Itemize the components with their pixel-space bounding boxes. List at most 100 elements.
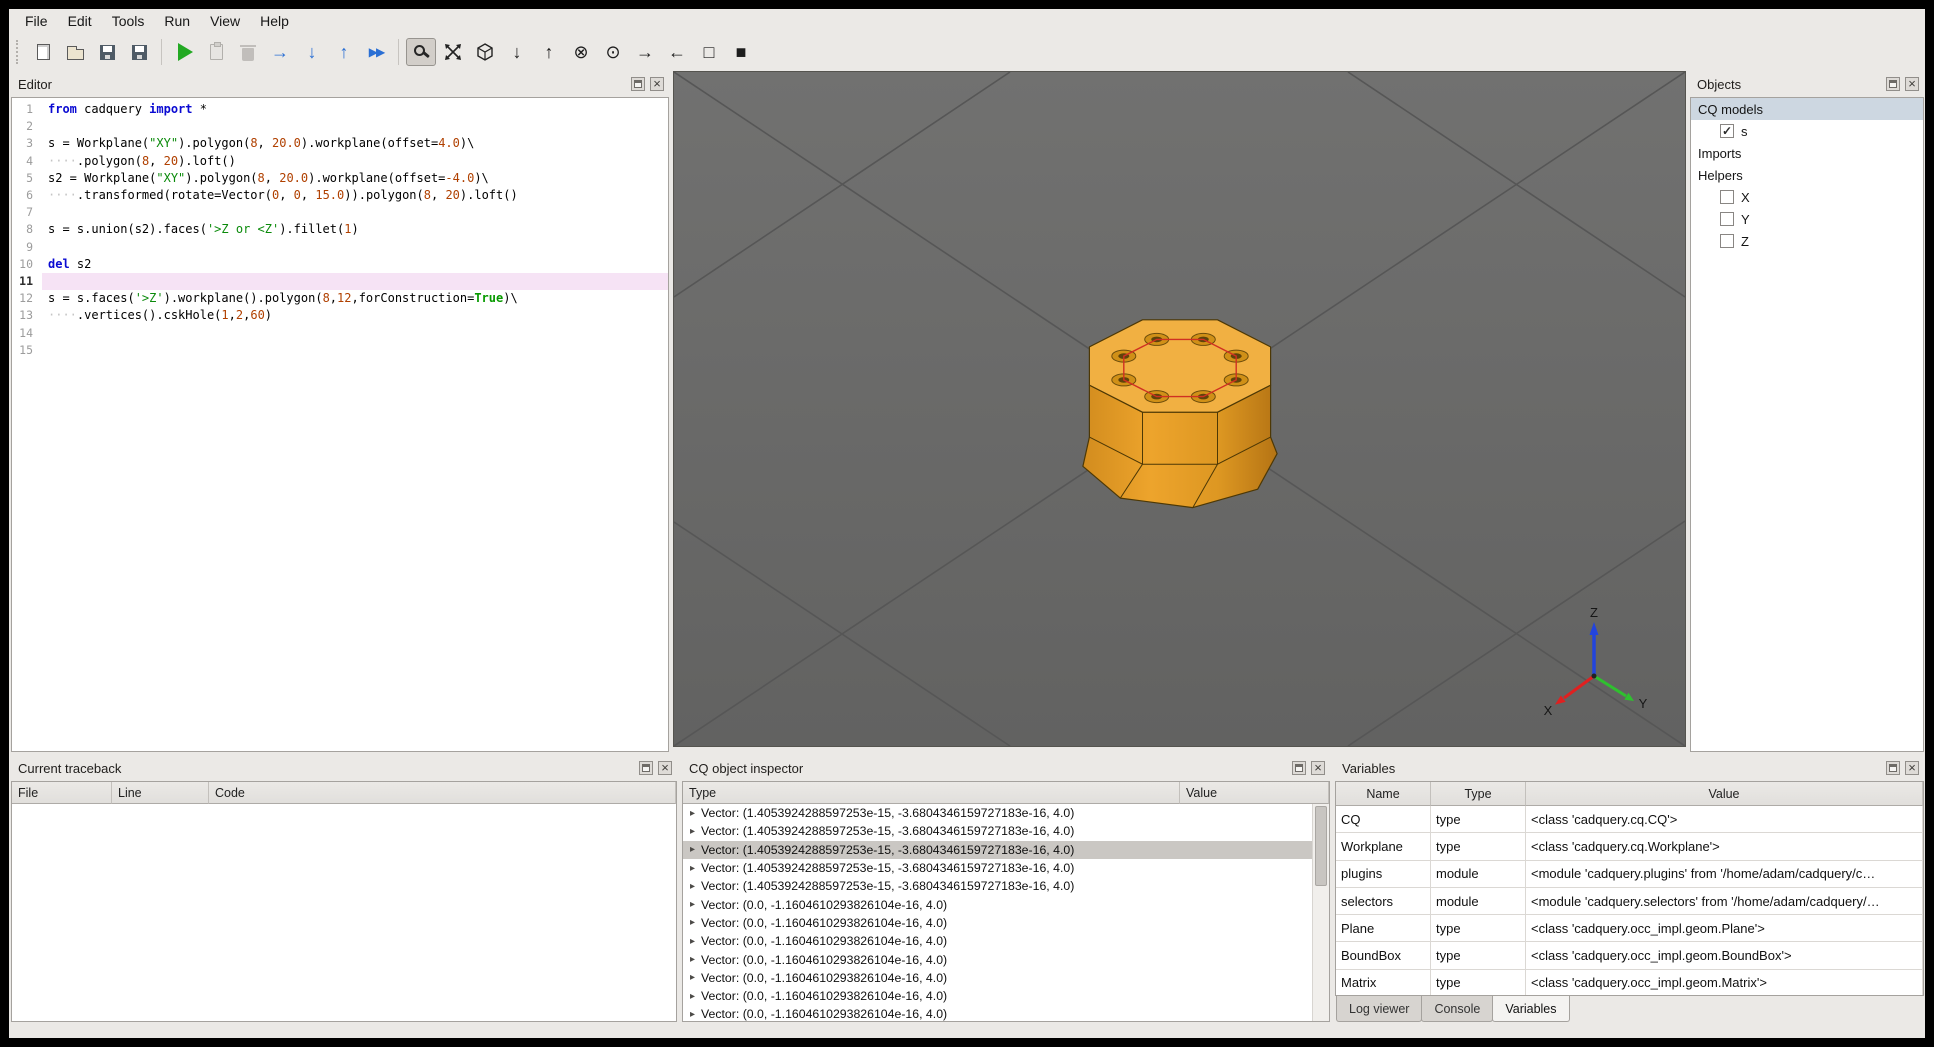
inspector-row[interactable]: ▸ Vector: (1.4053924288597253e-15, -3.680… bbox=[683, 840, 1312, 859]
expand-arrow-icon[interactable]: ▸ bbox=[686, 844, 699, 855]
code-editor[interactable]: 1 from cadquery import * 2 3 s = Workplane("… bbox=[12, 98, 668, 751]
new-script-button[interactable] bbox=[28, 38, 58, 66]
iso-view-button[interactable] bbox=[470, 38, 500, 66]
inspector-scrollbar[interactable] bbox=[1312, 804, 1329, 1021]
close-icon[interactable] bbox=[650, 77, 664, 91]
close-icon[interactable] bbox=[1905, 761, 1919, 775]
inspector-row[interactable]: ▸ Vector: (1.4053924288597253e-15, -3.680… bbox=[683, 877, 1312, 895]
tree-item-s[interactable]: s bbox=[1691, 120, 1923, 142]
variable-row[interactable]: selectors module <module 'cadquery.selecto… bbox=[1336, 887, 1923, 916]
tree-item-x[interactable]: X bbox=[1691, 186, 1923, 208]
delete-button[interactable] bbox=[233, 38, 263, 66]
step-button[interactable]: → bbox=[265, 38, 295, 66]
column-header-file[interactable]: File bbox=[12, 782, 112, 804]
tree-item-y[interactable]: Y bbox=[1691, 208, 1923, 230]
expand-arrow-icon[interactable]: ▸ bbox=[686, 808, 699, 819]
close-icon[interactable] bbox=[658, 761, 672, 775]
variable-row[interactable]: Plane type <class 'cadquery.occ_impl.geom.… bbox=[1336, 915, 1923, 943]
left-view-button[interactable]: ← bbox=[662, 38, 692, 66]
open-script-button[interactable] bbox=[60, 38, 90, 66]
checkbox[interactable] bbox=[1720, 212, 1734, 226]
code-line[interactable]: 3 s = Workplane("XY").polygon(8, 20.0).wo… bbox=[12, 135, 668, 152]
tree-item-z[interactable]: Z bbox=[1691, 230, 1923, 252]
expand-arrow-icon[interactable]: ▸ bbox=[686, 972, 699, 983]
checkbox[interactable] bbox=[1720, 190, 1734, 204]
variable-row[interactable]: Matrix type <class 'cadquery.occ_impl.geom… bbox=[1336, 969, 1923, 995]
top-view-button[interactable]: ↑ bbox=[534, 38, 564, 66]
column-header-name[interactable]: Name bbox=[1336, 782, 1431, 806]
column-header-line[interactable]: Line bbox=[112, 782, 209, 804]
float-icon[interactable] bbox=[631, 77, 645, 91]
front-view-button[interactable]: ⊗ bbox=[566, 38, 596, 66]
menu-file[interactable]: File bbox=[15, 10, 58, 32]
expand-arrow-icon[interactable]: ▸ bbox=[686, 954, 699, 965]
continue-button[interactable]: ▶▶ bbox=[361, 38, 391, 66]
inspector-row[interactable]: ▸ Vector: (1.4053924288597253e-15, -3.680… bbox=[683, 822, 1312, 840]
inspector-row[interactable]: ▸ Vector: (0.0, -1.1604610293826104e-16, … bbox=[683, 950, 1312, 968]
variable-row[interactable]: plugins module <module 'cadquery.plugins' … bbox=[1336, 860, 1923, 888]
expand-arrow-icon[interactable]: ▸ bbox=[686, 899, 699, 910]
back-view-button[interactable]: ⊙ bbox=[598, 38, 628, 66]
cad-model[interactable] bbox=[1082, 319, 1278, 509]
float-icon[interactable] bbox=[1292, 761, 1306, 775]
tree-item-imports[interactable]: Imports bbox=[1691, 142, 1923, 164]
checkbox[interactable] bbox=[1720, 234, 1734, 248]
close-icon[interactable] bbox=[1905, 77, 1919, 91]
code-line[interactable]: 4 ····.polygon(8, 20).loft() bbox=[12, 153, 668, 170]
tree-item-helpers[interactable]: Helpers bbox=[1691, 164, 1923, 186]
inspector-row[interactable]: ▸ Vector: (0.0, -1.1604610293826104e-16, … bbox=[683, 1005, 1312, 1021]
column-header-type[interactable]: Type bbox=[1431, 782, 1526, 806]
close-icon[interactable] bbox=[1311, 761, 1325, 775]
inspector-row[interactable]: ▸ Vector: (0.0, -1.1604610293826104e-16, … bbox=[683, 987, 1312, 1005]
tab-console[interactable]: Console bbox=[1421, 996, 1494, 1022]
checkbox[interactable] bbox=[1720, 124, 1734, 138]
step-out-button[interactable]: ↑ bbox=[329, 38, 359, 66]
code-line[interactable]: 7 bbox=[12, 204, 668, 221]
tab-variables[interactable]: Variables bbox=[1492, 996, 1570, 1022]
viewport-canvas[interactable]: Z X Y bbox=[674, 72, 1685, 746]
inspector-row[interactable]: ▸ Vector: (0.0, -1.1604610293826104e-16, … bbox=[683, 895, 1312, 913]
variable-row[interactable]: BoundBox type <class 'cadquery.occ_impl.ge… bbox=[1336, 942, 1923, 970]
code-line[interactable]: 12 s = s.faces('>Z').workplane().polygon(… bbox=[12, 290, 668, 307]
inspector-row[interactable]: ▸ Vector: (0.0, -1.1604610293826104e-16, … bbox=[683, 969, 1312, 987]
scrollbar-thumb[interactable] bbox=[1315, 806, 1327, 886]
float-icon[interactable] bbox=[1886, 77, 1900, 91]
code-line[interactable]: 8 s = s.union(s2).faces('>Z or <Z').fille… bbox=[12, 221, 668, 238]
code-line[interactable]: 1 from cadquery import * bbox=[12, 101, 668, 118]
right-view-button[interactable]: → bbox=[630, 38, 660, 66]
tree-item-cq-models[interactable]: CQ models bbox=[1691, 98, 1923, 120]
menu-view[interactable]: View bbox=[200, 10, 250, 32]
code-line[interactable]: 13 ····.vertices().cskHole(1,2,60) bbox=[12, 307, 668, 324]
shaded-button[interactable]: ■ bbox=[726, 38, 756, 66]
expand-arrow-icon[interactable]: ▸ bbox=[686, 991, 699, 1002]
step-into-button[interactable]: ↓ bbox=[297, 38, 327, 66]
code-line[interactable]: 14 bbox=[12, 325, 668, 342]
fit-view-button[interactable] bbox=[438, 38, 468, 66]
variable-row[interactable]: CQ type <class 'cadquery.cq.CQ'> bbox=[1336, 806, 1923, 834]
expand-arrow-icon[interactable]: ▸ bbox=[686, 917, 699, 928]
column-header-code[interactable]: Code bbox=[209, 782, 676, 804]
tab-log-viewer[interactable]: Log viewer bbox=[1336, 996, 1423, 1022]
save-script-button[interactable] bbox=[92, 38, 122, 66]
expand-arrow-icon[interactable]: ▸ bbox=[686, 881, 699, 892]
inspector-row[interactable]: ▸ Vector: (0.0, -1.1604610293826104e-16, … bbox=[683, 932, 1312, 950]
column-header-value[interactable]: Value bbox=[1526, 782, 1923, 806]
code-line[interactable]: 6 ····.transformed(rotate=Vector(0, 0, 15… bbox=[12, 187, 668, 204]
column-header-type[interactable]: Type bbox=[683, 782, 1180, 804]
code-line[interactable]: 5 s2 = Workplane("XY").polygon(8, 20.0).w… bbox=[12, 170, 668, 187]
menu-help[interactable]: Help bbox=[250, 10, 299, 32]
menu-tools[interactable]: Tools bbox=[102, 10, 155, 32]
save-as-button[interactable] bbox=[124, 38, 154, 66]
wireframe-button[interactable]: □ bbox=[694, 38, 724, 66]
menu-edit[interactable]: Edit bbox=[58, 10, 102, 32]
code-line[interactable]: 15 bbox=[12, 342, 668, 359]
inspector-row[interactable]: ▸ Vector: (0.0, -1.1604610293826104e-16, … bbox=[683, 914, 1312, 932]
expand-arrow-icon[interactable]: ▸ bbox=[686, 863, 699, 874]
bottom-view-button[interactable]: ↓ bbox=[502, 38, 532, 66]
zoom-toggle-button[interactable] bbox=[406, 38, 436, 66]
toolbar-handle[interactable] bbox=[16, 40, 22, 64]
column-header-value[interactable]: Value bbox=[1180, 782, 1329, 804]
expand-arrow-icon[interactable]: ▸ bbox=[686, 1009, 699, 1020]
inspector-row[interactable]: ▸ Vector: (1.4053924288597253e-15, -3.680… bbox=[683, 859, 1312, 877]
expand-arrow-icon[interactable]: ▸ bbox=[686, 826, 699, 837]
